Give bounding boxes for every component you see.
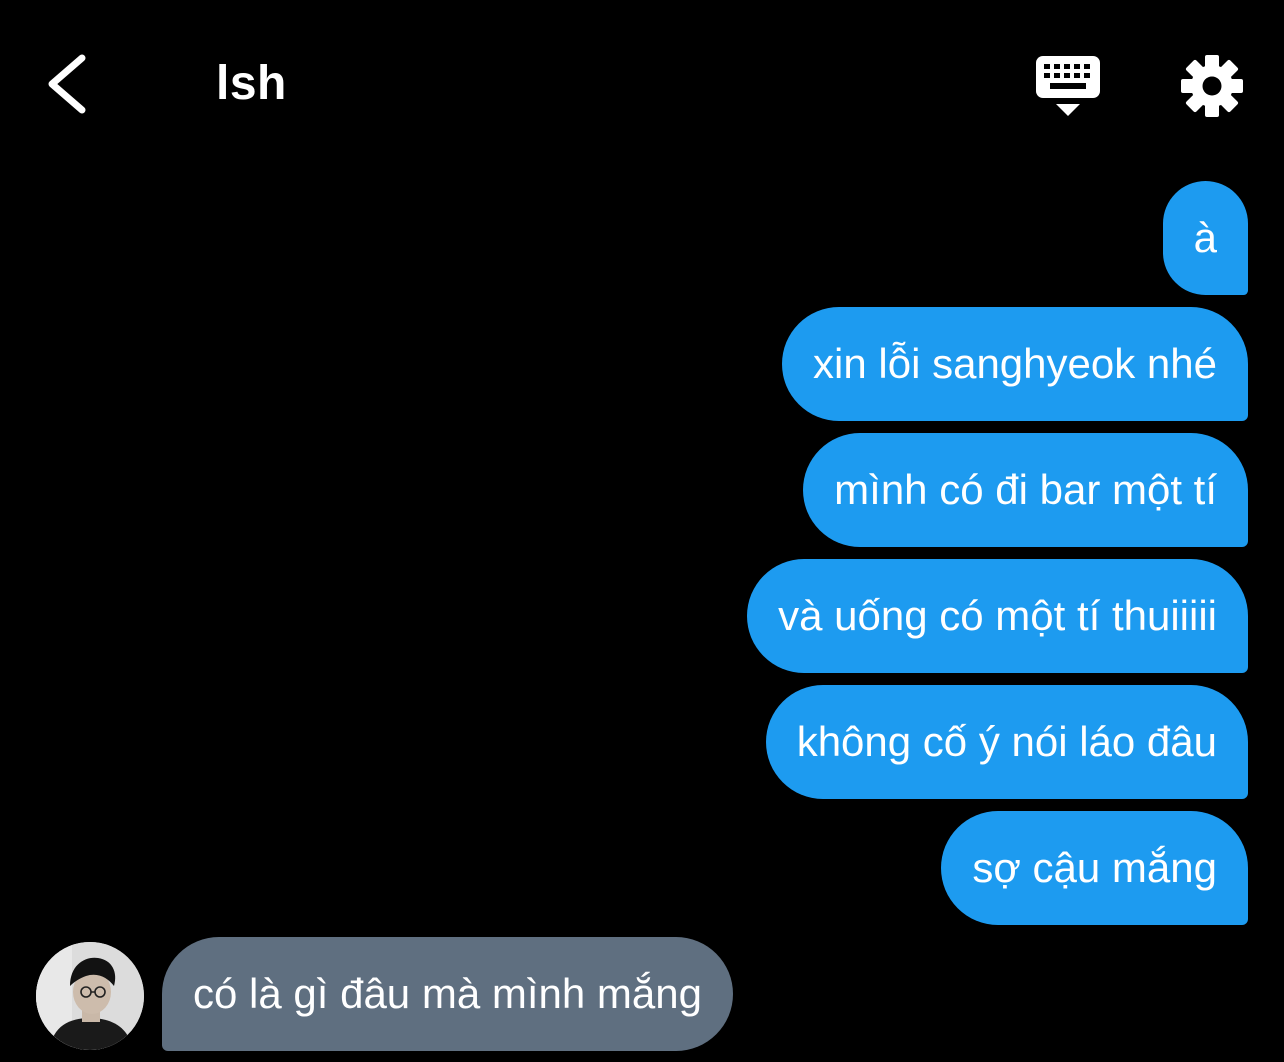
contact-photo [36,942,144,1050]
sent-message[interactable]: không cố ý nói láo đâu [765,685,1248,799]
message-list[interactable]: à xin lỗi sanghyeok nhé mình có đi bar m… [0,0,1284,1062]
sent-message[interactable]: mình có đi bar một tí [803,433,1248,547]
sent-message[interactable]: sợ cậu mắng [941,811,1248,925]
contact-avatar[interactable] [36,942,144,1050]
sent-message[interactable]: xin lỗi sanghyeok nhé [782,307,1248,421]
sent-message[interactable]: và uống có một tí thuiiiii [747,559,1248,673]
sent-message[interactable]: à [1162,181,1248,295]
received-message[interactable]: có là gì đâu mà mình mắng [162,937,733,1051]
